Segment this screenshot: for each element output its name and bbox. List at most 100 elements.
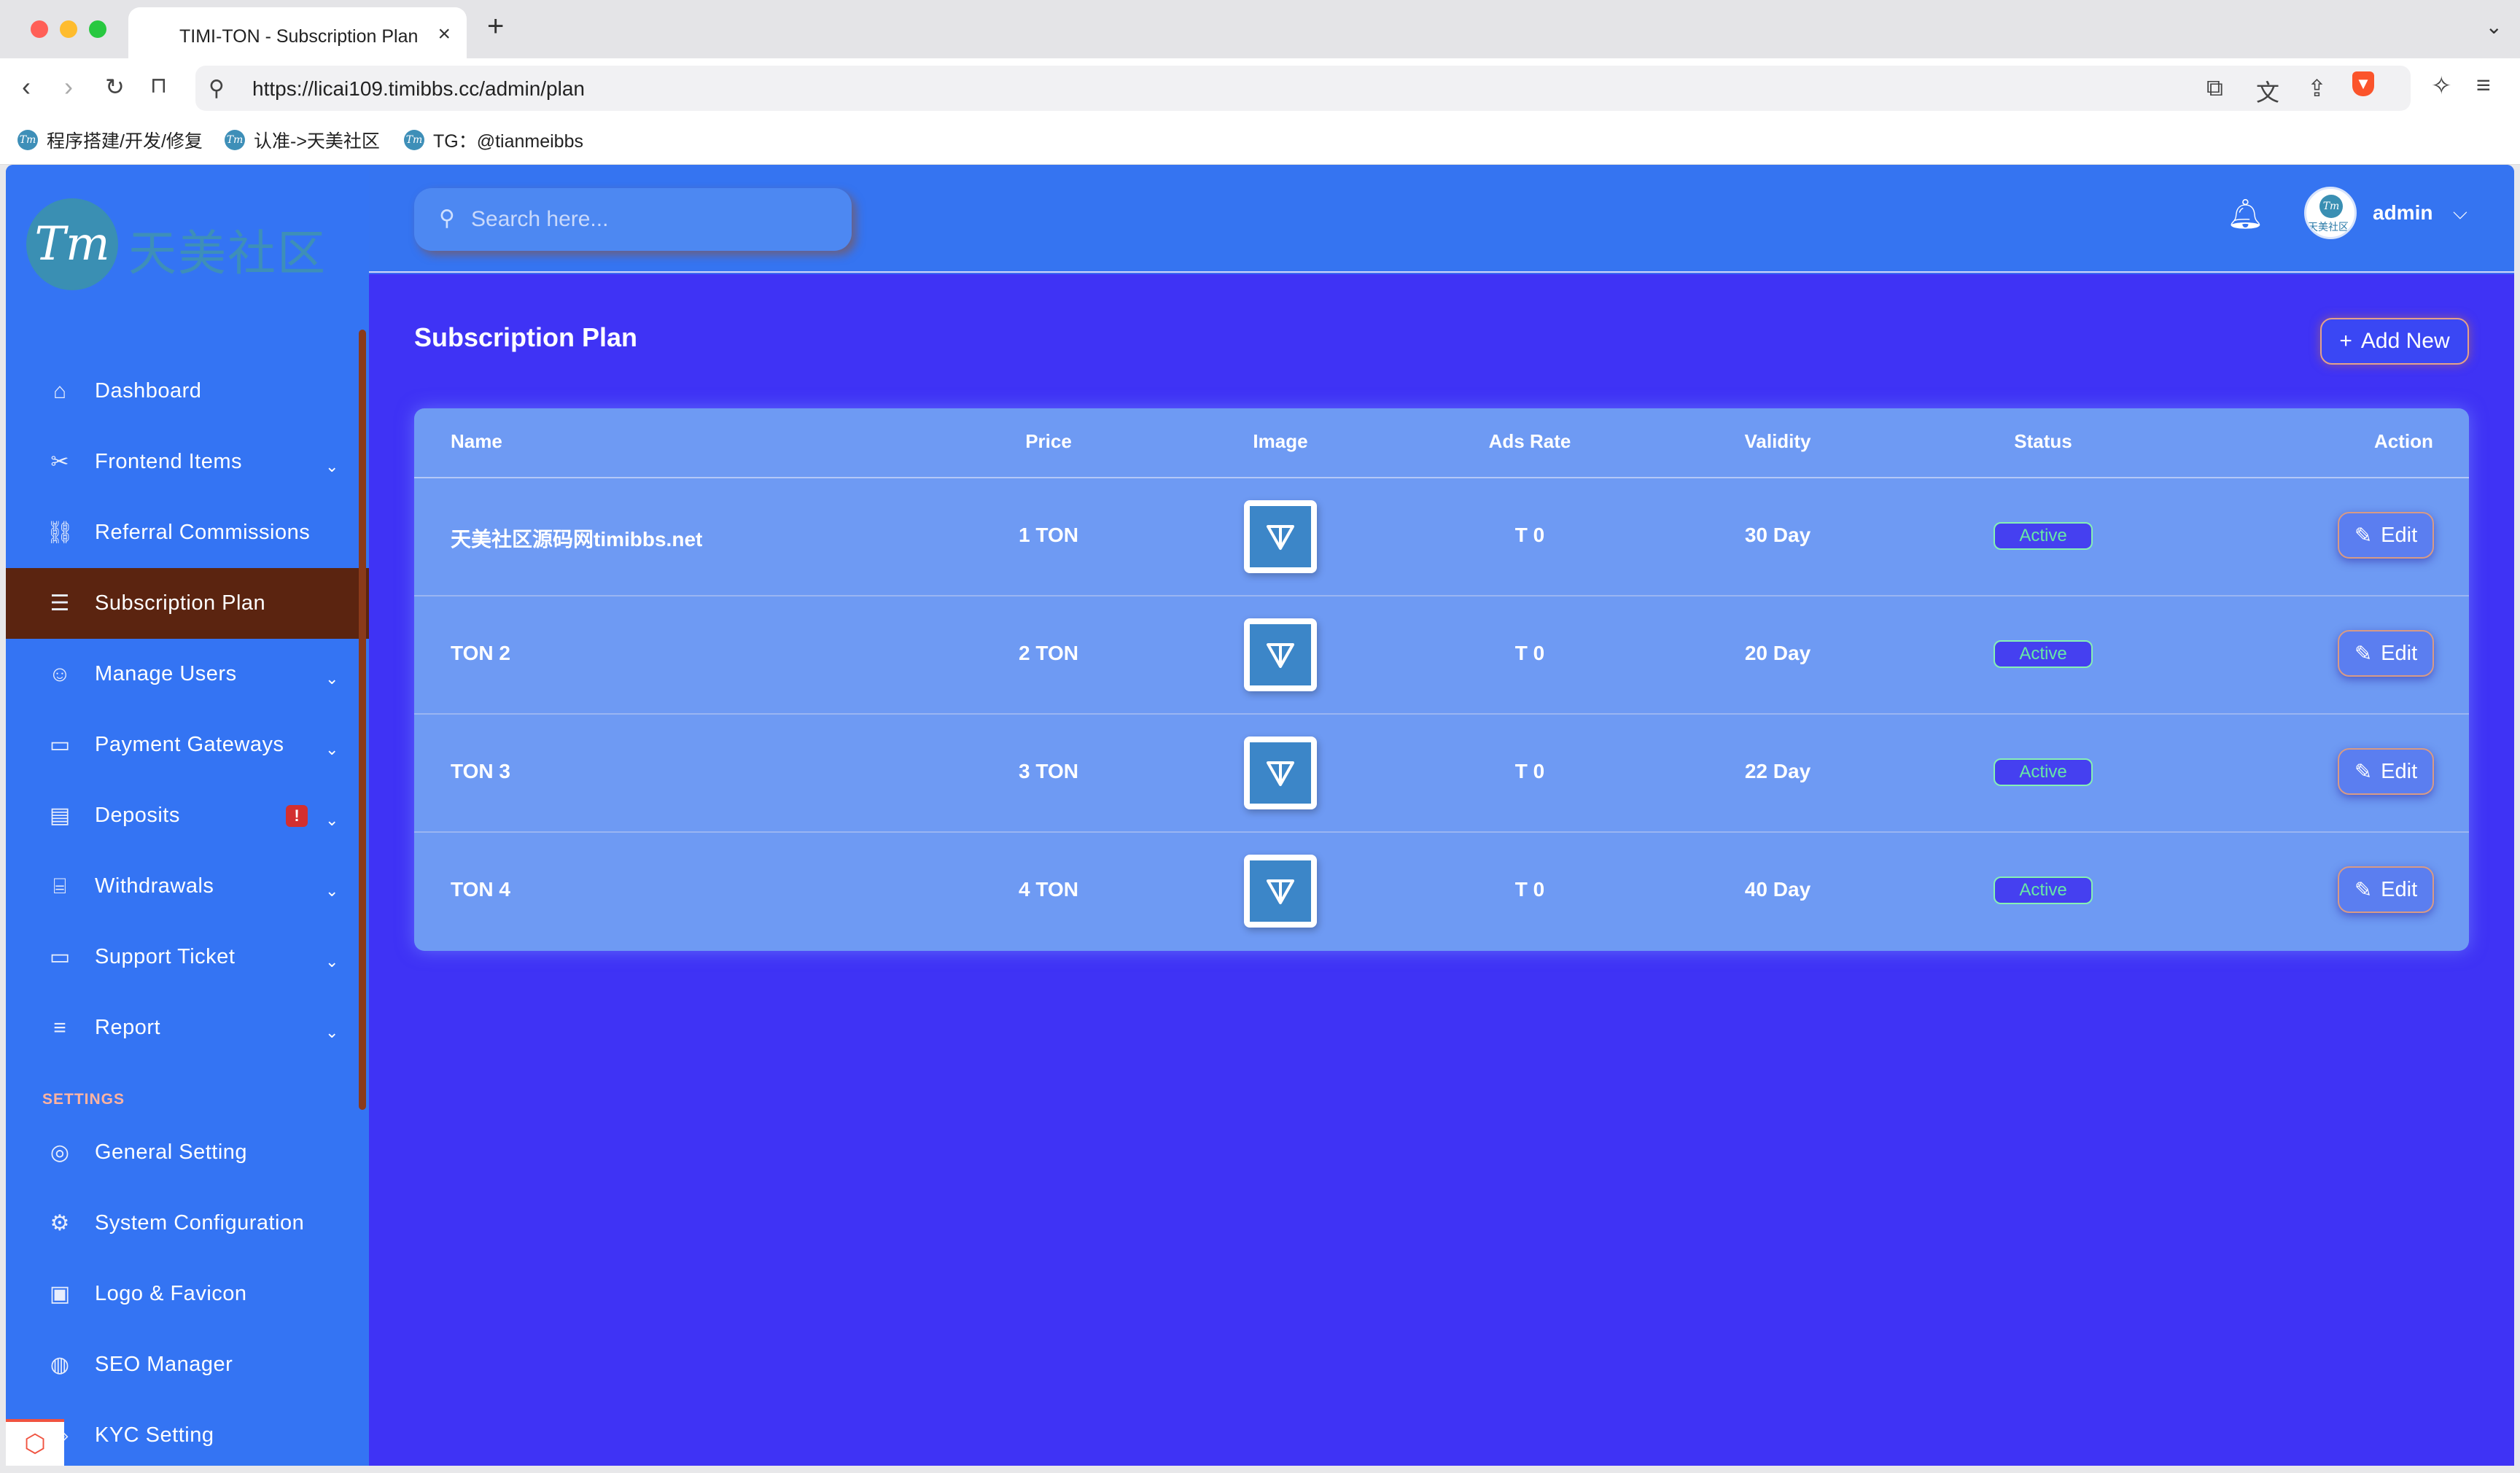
- edit-button[interactable]: ✎ Edit: [2338, 630, 2434, 677]
- ton-logo-icon: [1250, 506, 1311, 567]
- chevron-down-icon[interactable]: ⌄: [325, 952, 338, 971]
- bookmark-item[interactable]: Tm TG：@tianmeibbs: [404, 127, 583, 153]
- column-header-action: Action: [2374, 430, 2433, 452]
- bookmark-item[interactable]: Tm 认准->天美社区: [225, 127, 380, 153]
- sidebar-item-seo-manager[interactable]: ◍ SEO Manager: [6, 1329, 369, 1400]
- sidebar-item-label: Frontend Items: [95, 450, 243, 473]
- sidebar-item-deposits[interactable]: ▤ Deposits! ⌄: [6, 780, 369, 851]
- bookmark-icon[interactable]: ⊓: [150, 73, 167, 98]
- chevron-down-icon[interactable]: ⌄: [325, 457, 338, 476]
- sidebar-item-withdrawals[interactable]: ⌸ Withdrawals ⌄: [6, 851, 369, 922]
- top-header: ⚲ 🔔︎ Tm 天美社区 admin ⌵: [369, 165, 2514, 273]
- plan-image: [1244, 736, 1317, 809]
- bookmark-favicon-icon: Tm: [225, 130, 245, 150]
- chevron-down-icon[interactable]: ⌄: [325, 882, 338, 901]
- table-header: Name Price Image Ads Rate Validity Statu…: [414, 408, 2469, 478]
- leo-ai-icon[interactable]: ✧: [2431, 71, 2452, 101]
- tab-list-chevron-icon[interactable]: ⌄: [2486, 15, 2502, 39]
- search-input[interactable]: [471, 203, 836, 236]
- sidebar-item-manage-users[interactable]: ☺ Manage Users ⌄: [6, 639, 369, 710]
- status-badge: Active: [1994, 877, 2093, 904]
- home-icon: ⌂: [52, 378, 67, 403]
- sidebar-item-logo-favicon[interactable]: ▣ Logo & Favicon: [6, 1259, 369, 1329]
- ticket-icon: ▭: [49, 945, 71, 969]
- users-icon: ☺: [48, 661, 71, 686]
- user-name[interactable]: admin: [2373, 201, 2432, 225]
- plan-validity: 30 Day: [1744, 524, 1811, 546]
- sidebar-item-report[interactable]: ≡ Report ⌄: [6, 992, 369, 1063]
- window-maximize-button[interactable]: [89, 20, 106, 38]
- status-badge: Active: [1994, 758, 2093, 786]
- sidebar-scrollbar[interactable]: [359, 330, 366, 1110]
- site-settings-icon[interactable]: ⚲: [209, 76, 225, 101]
- chevron-down-icon[interactable]: ⌄: [325, 740, 338, 759]
- sidebar-item-subscription-plan[interactable]: ☰ Subscription Plan: [6, 568, 369, 639]
- sidebar-item-label: General Setting: [95, 1140, 248, 1164]
- sidebar-item-dashboard[interactable]: ⌂ Dashboard: [6, 356, 369, 427]
- pencil-icon: ✎: [2354, 642, 2373, 666]
- avatar[interactable]: Tm 天美社区: [2304, 187, 2357, 239]
- address-bar-row: ‹ › ↻ ⊓ ⚲ https://licai109.timibbs.cc/ad…: [0, 58, 2520, 117]
- deposit-icon: ▤: [49, 804, 71, 828]
- card-icon: ▭: [49, 733, 71, 757]
- edit-button[interactable]: ✎ Edit: [2338, 512, 2434, 559]
- notification-bell-icon[interactable]: 🔔︎: [2227, 197, 2264, 231]
- logo-text: 天美社区: [128, 226, 327, 280]
- user-menu-chevron-icon[interactable]: ⌵: [2453, 201, 2468, 225]
- browser-tab[interactable]: TIMI-TON - Subscription Plan ×: [128, 7, 467, 58]
- browser-tab-title: TIMI-TON - Subscription Plan: [179, 26, 419, 47]
- bookmark-favicon-icon: Tm: [18, 130, 38, 150]
- chevron-down-icon[interactable]: ⌄: [325, 811, 338, 830]
- plan-name: TON 2: [451, 642, 510, 664]
- pencil-icon: ✎: [2354, 878, 2373, 902]
- translate-icon[interactable]: 文: [2256, 74, 2279, 108]
- bookmark-item[interactable]: Tm 程序搭建/开发/修复: [18, 127, 203, 153]
- column-header-image: Image: [1253, 430, 1308, 452]
- sidebar-item-referral-commissions[interactable]: ⛓ Referral Commissions: [6, 497, 369, 568]
- chevron-down-icon[interactable]: ⌄: [325, 1023, 338, 1042]
- brand-logo[interactable]: Tm 天美社区: [26, 198, 347, 300]
- edit-button[interactable]: ✎ Edit: [2338, 866, 2434, 913]
- sidebar-item-label: Support Ticket: [95, 945, 236, 968]
- reload-icon[interactable]: ↻: [105, 73, 125, 101]
- report-icon: ≡: [53, 1015, 66, 1040]
- share-icon[interactable]: ⇪: [2307, 74, 2327, 102]
- open-external-icon[interactable]: ⧉: [2206, 74, 2223, 102]
- pencil-icon: ✎: [2354, 760, 2373, 784]
- status-badge: Active: [1994, 522, 2093, 550]
- sidebar-item-label: Deposits: [95, 804, 180, 827]
- window-close-button[interactable]: [31, 20, 48, 38]
- forward-icon[interactable]: ›: [64, 71, 73, 102]
- new-tab-icon[interactable]: +: [487, 10, 504, 43]
- sidebar-item-payment-gateways[interactable]: ▭ Payment Gateways ⌄: [6, 710, 369, 780]
- back-icon[interactable]: ‹: [22, 71, 31, 102]
- window-minimize-button[interactable]: [60, 20, 77, 38]
- browser-menu-icon[interactable]: ≡: [2476, 71, 2491, 100]
- settings-heading: SETTINGS: [42, 1091, 125, 1108]
- sidebar-item-frontend-items[interactable]: ✂ Frontend Items ⌄: [6, 427, 369, 497]
- avatar-text: 天美社区: [2308, 221, 2349, 233]
- browser-tab-bar: TIMI-TON - Subscription Plan × + ⌄: [0, 0, 2520, 58]
- lifebuoy-icon: ◎: [50, 1140, 70, 1165]
- sidebar-item-label: SEO Manager: [95, 1353, 233, 1376]
- sidebar-item-support-ticket[interactable]: ▭ Support Ticket ⌄: [6, 922, 369, 992]
- plan-image: [1244, 500, 1317, 573]
- add-new-button[interactable]: + Add New: [2320, 318, 2469, 365]
- plan-name: TON 3: [451, 760, 510, 782]
- tab-close-icon[interactable]: ×: [438, 22, 451, 47]
- url-field[interactable]: ⚲ https://licai109.timibbs.cc/admin/plan…: [195, 66, 2411, 111]
- plan-validity: 22 Day: [1744, 760, 1811, 782]
- bookmarks-bar: Tm 程序搭建/开发/修复 Tm 认准->天美社区 Tm TG：@tianmei…: [0, 117, 2520, 165]
- brave-shield-icon[interactable]: ▼: [2352, 71, 2374, 96]
- sidebar-item-system-configuration[interactable]: ⚙ System Configuration: [6, 1188, 369, 1259]
- column-header-ads-rate: Ads Rate: [1488, 430, 1571, 452]
- debugbar-icon[interactable]: ⬡: [6, 1419, 64, 1466]
- sidebar-item-general-setting[interactable]: ◎ General Setting: [6, 1117, 369, 1188]
- plan-ads-rate: T 0: [1514, 878, 1545, 901]
- sidebar-item-label: Report: [95, 1016, 161, 1039]
- chevron-down-icon[interactable]: ⌄: [325, 669, 338, 688]
- tools-icon: ✂: [50, 450, 69, 474]
- edit-button[interactable]: ✎ Edit: [2338, 748, 2434, 795]
- plan-ads-rate: T 0: [1514, 760, 1545, 782]
- bookmark-favicon-icon: Tm: [404, 130, 424, 150]
